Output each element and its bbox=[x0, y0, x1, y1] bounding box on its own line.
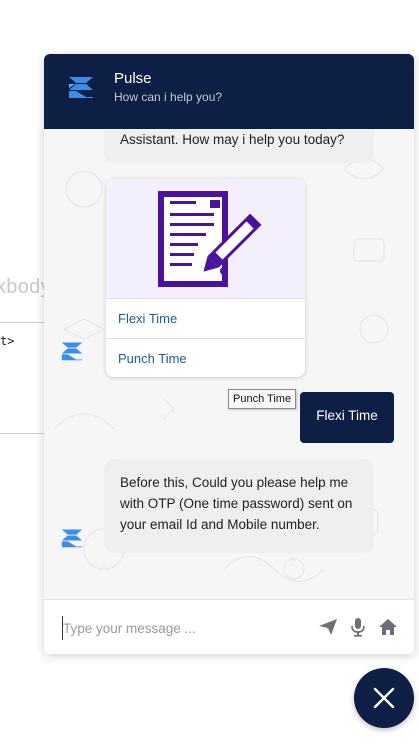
bot-message-otp: Before this, Could you please help me wi… bbox=[104, 459, 374, 553]
option-punch-time[interactable]: Punch Time bbox=[106, 338, 305, 377]
send-icon[interactable] bbox=[318, 617, 338, 637]
chat-window: Pulse How can i help you? Assistant. How… bbox=[44, 54, 414, 654]
punch-time-tooltip: Punch Time bbox=[228, 389, 297, 409]
bot-message-line-2: with OTP (One time password) sent on bbox=[120, 496, 353, 511]
user-message-text: Flexi Time bbox=[316, 408, 378, 423]
message-input[interactable] bbox=[62, 616, 303, 640]
bot-avatar-icon bbox=[61, 342, 83, 361]
close-icon bbox=[373, 687, 395, 709]
home-icon[interactable] bbox=[378, 617, 398, 637]
bot-avatar-icon bbox=[61, 529, 83, 548]
message-input-bar bbox=[44, 599, 414, 654]
bot-message-line-3: your email Id and Mobile number. bbox=[120, 517, 320, 532]
document-edit-icon bbox=[158, 191, 262, 287]
microphone-icon[interactable] bbox=[348, 617, 368, 637]
user-message: Flexi Time bbox=[300, 392, 394, 443]
chat-subtitle: How can i help you? bbox=[114, 90, 223, 104]
chat-title: Pulse bbox=[114, 70, 152, 87]
bot-message-text: Assistant. How may i help you today? bbox=[120, 132, 345, 147]
chat-header: Pulse How can i help you? bbox=[44, 54, 414, 129]
options-card: Flexi Time Punch Time bbox=[106, 179, 305, 377]
bot-message-line-1: Before this, Could you please help me bbox=[120, 475, 349, 490]
pulse-logo-icon bbox=[69, 77, 93, 98]
background-panel-text: t> bbox=[0, 334, 15, 348]
chat-messages[interactable]: Assistant. How may i help you today? Fle… bbox=[44, 129, 414, 599]
close-chat-button[interactable] bbox=[354, 668, 414, 728]
card-image bbox=[106, 179, 305, 298]
bot-message-greeting: Assistant. How may i help you today? bbox=[104, 129, 374, 163]
option-flexi-time[interactable]: Flexi Time bbox=[106, 298, 305, 338]
